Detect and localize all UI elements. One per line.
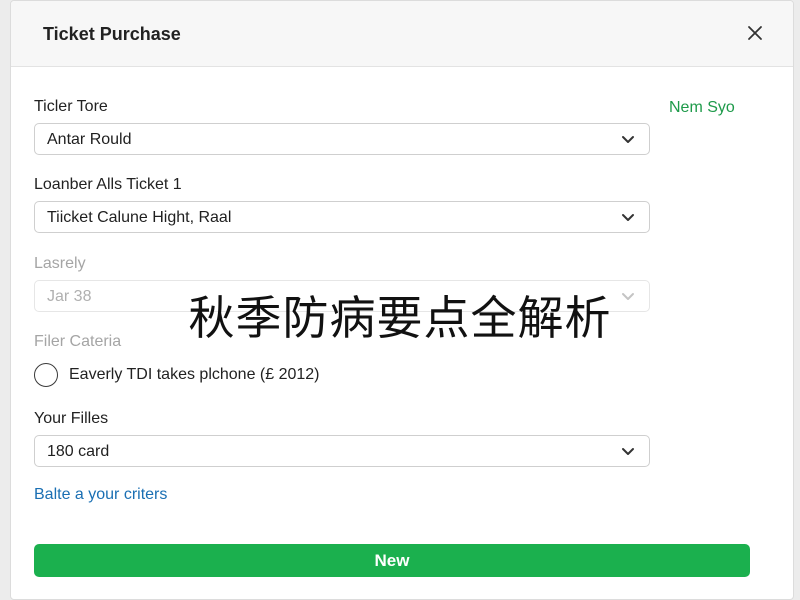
your-filles-label: Your Filles — [34, 410, 109, 427]
dialog-title: Ticket Purchase — [43, 24, 181, 44]
your-filles-select[interactable]: 180 card — [34, 435, 650, 467]
close-icon — [748, 26, 762, 40]
close-button[interactable] — [743, 21, 767, 45]
chevron-down-icon — [622, 293, 634, 300]
radio-label: Eaverly TDI takes plchone (£ 2012) — [69, 366, 320, 383]
radio-circle-icon[interactable] — [34, 363, 58, 387]
filter-label: Filer Cateria — [34, 333, 122, 350]
your-filles-value: 180 card — [47, 443, 110, 460]
chevron-down-icon — [622, 136, 634, 143]
ticket-tore-label: Ticler Tore — [34, 98, 108, 115]
side-link[interactable]: Nem Syo — [669, 99, 735, 117]
ticket-tore-select[interactable]: Antar Rould — [34, 123, 650, 155]
chevron-down-icon — [622, 214, 634, 221]
filter-radio-option[interactable]: Eaverly TDI takes plchone (£ 2012) — [34, 363, 320, 387]
loanber-label: Loanber Alls Ticket 1 — [34, 176, 182, 193]
loanber-select[interactable]: Tiicket Calune Hight, Raal — [34, 201, 650, 233]
loanber-value: Tiicket Calune Hight, Raal — [47, 209, 232, 226]
dialog-header: Ticket Purchase — [11, 1, 793, 67]
criteria-link[interactable]: Balte a your criters — [34, 486, 167, 504]
lasrely-select: Jar 38 — [34, 280, 650, 312]
new-button[interactable]: New — [34, 544, 750, 577]
ticket-tore-value: Antar Rould — [47, 131, 132, 148]
lasrely-value: Jar 38 — [47, 288, 92, 305]
chevron-down-icon — [622, 448, 634, 455]
lasrely-label: Lasrely — [34, 255, 86, 272]
